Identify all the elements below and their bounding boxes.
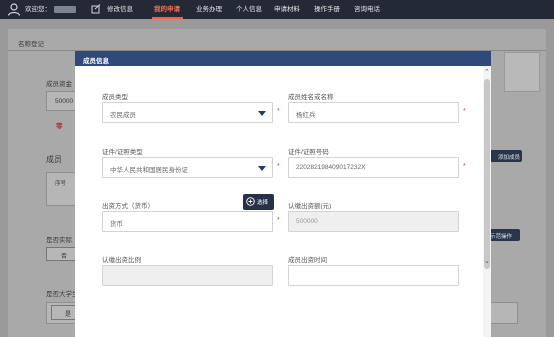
cert-no-value: 220282198409017232X [296, 164, 366, 171]
welcome-text: 欢迎您： [25, 6, 51, 13]
cert-no-input[interactable]: 220282198409017232X [288, 157, 459, 178]
member-name-value: 杨红兵 [296, 112, 316, 119]
nav-consult-phone[interactable]: 咨询电话 [354, 5, 380, 14]
corner-thumbnail [504, 52, 540, 92]
member-type-label: 成员类型 [102, 94, 128, 101]
nav-materials[interactable]: 申请材料 [274, 5, 300, 14]
active-tab-indicator [152, 17, 183, 19]
subscribed-value: 500000 [296, 218, 318, 225]
nav-business[interactable]: 业务办理 [196, 5, 222, 14]
required-mark: * [277, 217, 280, 224]
member-name-input[interactable]: 杨红兵 [288, 102, 459, 123]
scrollbar-thumb[interactable] [484, 79, 490, 269]
contribution-input[interactable]: 货币 [102, 211, 273, 232]
masked-username [54, 6, 76, 13]
members-label: 成员 [46, 155, 62, 164]
required-mark: * [463, 108, 466, 115]
ratio-label: 认缴出资比例 [102, 257, 141, 264]
scroll-up-icon[interactable]: ⌃ [484, 68, 490, 76]
nav-manual[interactable]: 操作手册 [314, 5, 340, 14]
subscribed-label: 认缴出资额(元) [288, 203, 332, 210]
chevron-down-icon [258, 111, 266, 116]
dialog-header: 成员信息 [75, 51, 491, 66]
cert-type-value: 中华人民共和国居民身份证 [110, 167, 188, 174]
required-mark: * [463, 163, 466, 170]
member-col-header: 序号 [55, 181, 67, 187]
member-type-value: 农民成员 [110, 112, 136, 119]
plus-circle-icon [246, 197, 255, 206]
subscribed-input[interactable]: 500000 [288, 211, 459, 232]
actual-label: 是否实际 [46, 237, 72, 244]
nav-personal-info[interactable]: 个人信息 [236, 5, 262, 14]
edit-info-link[interactable]: 修改信息 [107, 5, 133, 14]
contribution-label: 出资方式（货币） [102, 203, 154, 210]
member-type-select[interactable]: 农民成员 [102, 102, 273, 123]
member-info-dialog: 成员信息 成员类型 农民成员 * 成员姓名或名称 杨红兵 * 证件/证照类型 中… [75, 51, 491, 337]
user-icon [7, 3, 21, 16]
capital-value: 50000 [55, 98, 74, 105]
page-title: 名称登记 [18, 41, 44, 48]
time-input[interactable] [288, 265, 459, 286]
nav-my-application[interactable]: 我的申请 [154, 5, 180, 14]
contribution-value: 货币 [110, 221, 123, 228]
top-nav-bar: 欢迎您： 修改信息 我的申请 业务办理 个人信息 申请材料 操作手册 咨询电话 [0, 0, 554, 19]
chevron-down-icon [258, 166, 266, 171]
cert-type-label: 证件/证照类型 [102, 149, 143, 156]
member-name-label: 成员姓名或名称 [288, 94, 334, 101]
dialog-title: 成员信息 [83, 58, 109, 65]
required-mark: * [277, 108, 280, 115]
guide-button[interactable]: 示范操作 [486, 229, 520, 241]
cert-type-select[interactable]: 中华人民共和国居民身份证 [102, 157, 273, 178]
capital-label: 成员资金 [46, 81, 72, 88]
required-mark: * [277, 163, 280, 170]
time-label: 成员出资时间 [288, 257, 327, 264]
choose-button[interactable]: 选择 [243, 194, 274, 210]
scroll-down-icon[interactable]: ⌄ [484, 257, 490, 265]
cert-no-label: 证件/证照号码 [288, 149, 329, 156]
ratio-input[interactable] [102, 265, 273, 286]
add-member-button[interactable]: 添加成员 [488, 150, 522, 162]
capital-note: 零 [56, 123, 63, 130]
edit-info-icon[interactable] [91, 4, 101, 14]
